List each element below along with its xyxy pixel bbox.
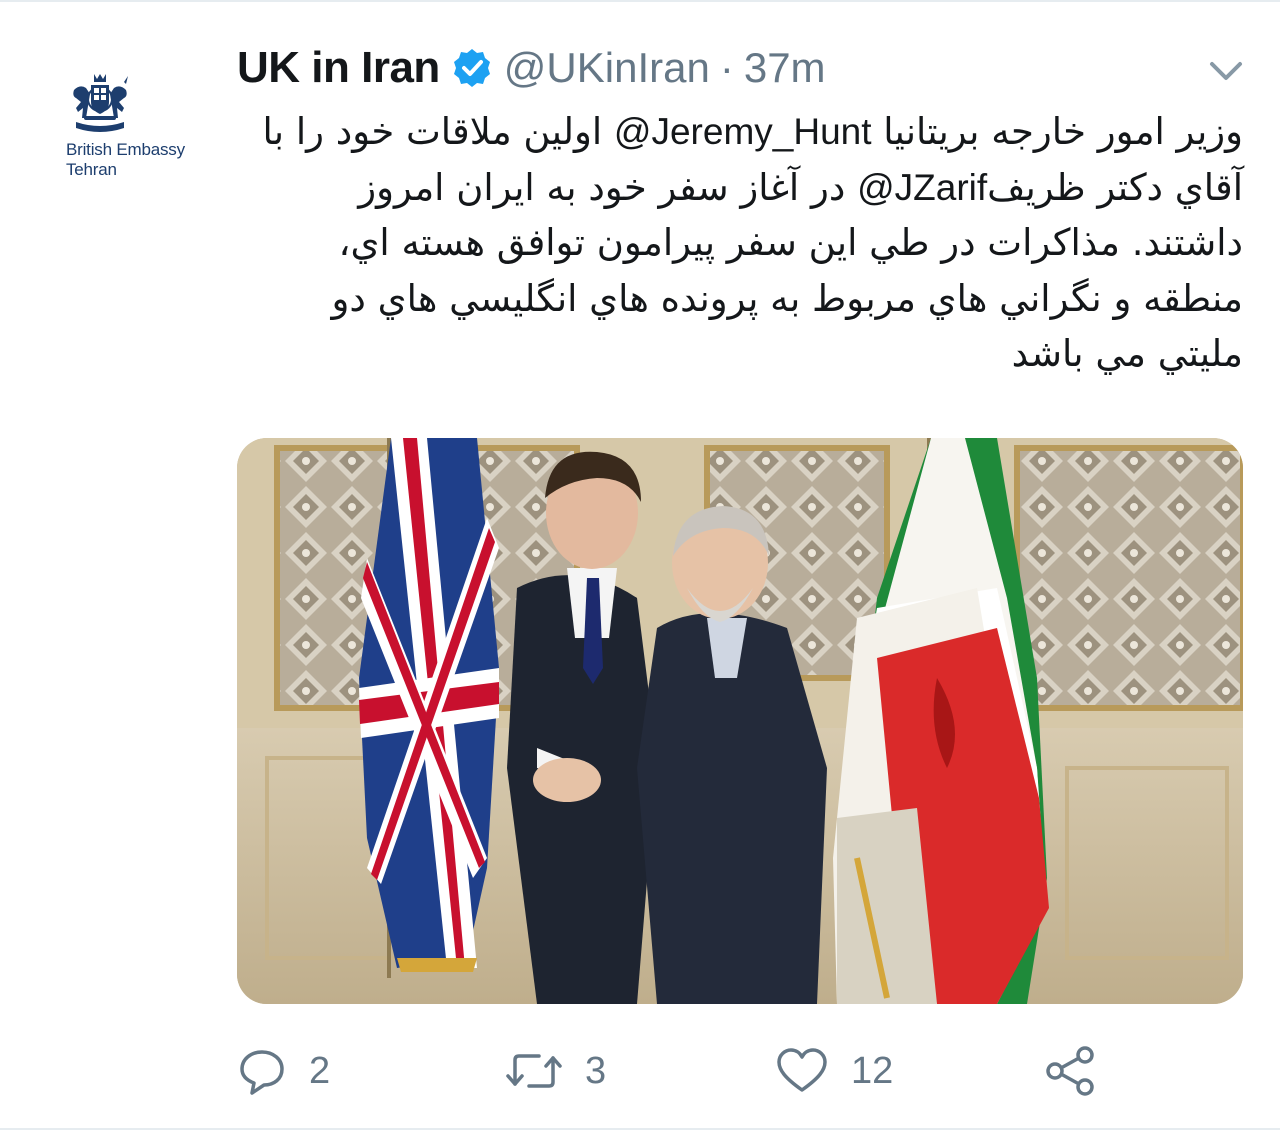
retweet-count: 3	[585, 1049, 607, 1092]
avatar-org-name: British Embassy	[66, 140, 185, 159]
user-handle[interactable]: @UKinIran	[504, 44, 710, 92]
chevron-down-icon[interactable]	[1208, 58, 1244, 84]
display-name[interactable]: UK in Iran	[237, 43, 440, 93]
reply-button[interactable]: 2	[237, 1036, 330, 1106]
tweet-photo[interactable]	[237, 438, 1243, 1004]
tweet-text: وزير امور خارجه بريتانيا Jeremy_Hunt@ او…	[237, 104, 1243, 382]
divider-bottom	[0, 1128, 1280, 1130]
avatar[interactable]: British Embassy Tehran	[58, 70, 218, 190]
tweet-header: UK in Iran @UKinIran · 37m	[237, 40, 826, 96]
share-icon	[1046, 1046, 1094, 1096]
reply-icon	[240, 1050, 284, 1095]
mention-jzarif[interactable]: JZarif@	[857, 167, 987, 208]
heart-icon	[777, 1048, 827, 1092]
tweet-card[interactable]: British Embassy Tehran UK in Iran @UKinI…	[0, 0, 1280, 1134]
retweet-icon	[506, 1054, 562, 1088]
mention-jeremy-hunt[interactable]: Jeremy_Hunt@	[614, 111, 872, 152]
header-separator: ·	[719, 44, 734, 91]
share-button[interactable]	[1043, 1036, 1097, 1106]
tweet-text-part-1: وزير امور خارجه بريتانيا	[871, 110, 1243, 153]
tweet-timestamp[interactable]: 37m	[744, 44, 826, 92]
like-button[interactable]: 12	[775, 1036, 893, 1106]
avatar-org-city: Tehran	[66, 160, 117, 179]
verified-badge-icon	[453, 49, 490, 87]
like-count: 12	[851, 1049, 894, 1092]
retweet-button[interactable]: 3	[505, 1036, 606, 1106]
tweet-actions: 2 3 12	[237, 1036, 1243, 1106]
royal-crest-icon	[73, 74, 128, 132]
divider-top	[0, 0, 1280, 2]
reply-count: 2	[309, 1049, 331, 1092]
photo-illustration	[237, 438, 1243, 1004]
